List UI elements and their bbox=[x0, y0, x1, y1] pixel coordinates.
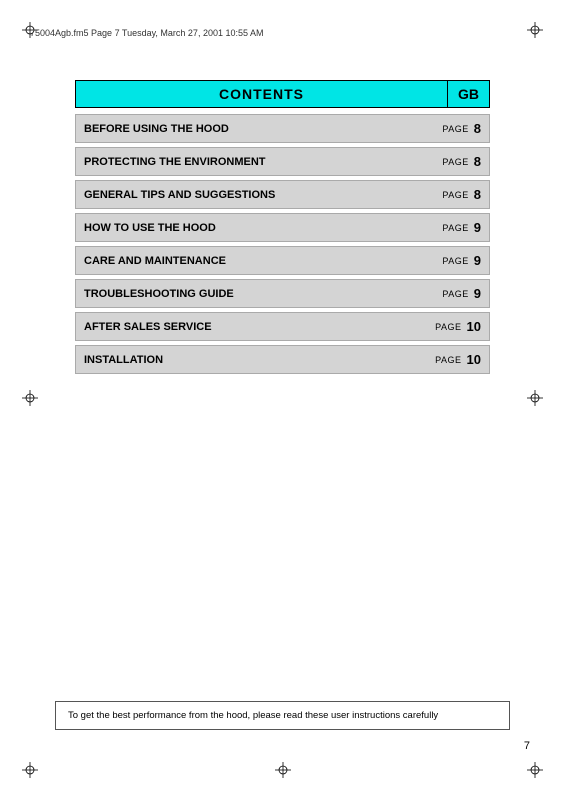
toc-page-num-3: 9 bbox=[474, 220, 481, 235]
toc-page-word-3: PAGE bbox=[442, 223, 468, 233]
reg-mark-bottom-right bbox=[527, 762, 543, 778]
toc-page-num-6: 10 bbox=[467, 319, 481, 334]
toc-page-num-4: 9 bbox=[474, 253, 481, 268]
toc-page-6: PAGE 10 bbox=[419, 313, 489, 340]
toc-row-4: CARE AND MAINTENANCE PAGE 9 bbox=[75, 246, 490, 275]
toc-label-6: AFTER SALES SERVICE bbox=[76, 313, 419, 340]
toc-row-6: AFTER SALES SERVICE PAGE 10 bbox=[75, 312, 490, 341]
toc-label-2: GENERAL TIPS AND SUGGESTIONS bbox=[76, 181, 419, 208]
toc-page-num-5: 9 bbox=[474, 286, 481, 301]
toc-page-num-1: 8 bbox=[474, 154, 481, 169]
toc-page-4: PAGE 9 bbox=[419, 247, 489, 274]
reg-mark-bottom-left bbox=[22, 762, 38, 778]
toc-row-7: INSTALLATION PAGE 10 bbox=[75, 345, 490, 374]
contents-header-row: CONTENTS GB bbox=[75, 80, 490, 108]
toc-page-word-7: PAGE bbox=[435, 355, 461, 365]
toc-page-num-0: 8 bbox=[474, 121, 481, 136]
toc-page-word-0: PAGE bbox=[442, 124, 468, 134]
toc-row-3: HOW TO USE THE HOOD PAGE 9 bbox=[75, 213, 490, 242]
toc-label-7: INSTALLATION bbox=[76, 346, 419, 373]
toc-page-num-2: 8 bbox=[474, 187, 481, 202]
page: 75004Agb.fm5 Page 7 Tuesday, March 27, 2… bbox=[0, 0, 565, 800]
toc-label-5: TROUBLESHOOTING GUIDE bbox=[76, 280, 419, 307]
file-info-text: 75004Agb.fm5 Page 7 Tuesday, March 27, 2… bbox=[30, 28, 264, 38]
toc-page-3: PAGE 9 bbox=[419, 214, 489, 241]
toc-page-0: PAGE 8 bbox=[419, 115, 489, 142]
toc-row-2: GENERAL TIPS AND SUGGESTIONS PAGE 8 bbox=[75, 180, 490, 209]
toc-label-0: BEFORE USING THE HOOD bbox=[76, 115, 419, 142]
toc-row-5: TROUBLESHOOTING GUIDE PAGE 9 bbox=[75, 279, 490, 308]
toc-page-word-2: PAGE bbox=[442, 190, 468, 200]
toc-page-word-5: PAGE bbox=[442, 289, 468, 299]
reg-mark-bottom-center bbox=[275, 762, 291, 778]
toc-row-1: PROTECTING THE ENVIRONMENT PAGE 8 bbox=[75, 147, 490, 176]
toc-label-1: PROTECTING THE ENVIRONMENT bbox=[76, 148, 419, 175]
toc-label-4: CARE AND MAINTENANCE bbox=[76, 247, 419, 274]
reg-mark-mid-right bbox=[527, 390, 543, 406]
contents-title: CONTENTS bbox=[75, 80, 448, 108]
bottom-note: To get the best performance from the hoo… bbox=[55, 701, 510, 730]
toc-page-1: PAGE 8 bbox=[419, 148, 489, 175]
toc-page-word-4: PAGE bbox=[442, 256, 468, 266]
contents-gb: GB bbox=[448, 80, 490, 108]
toc-page-num-7: 10 bbox=[467, 352, 481, 367]
bottom-note-text: To get the best performance from the hoo… bbox=[68, 710, 438, 721]
file-info-header: 75004Agb.fm5 Page 7 Tuesday, March 27, 2… bbox=[30, 28, 535, 38]
toc-page-5: PAGE 9 bbox=[419, 280, 489, 307]
reg-mark-mid-left bbox=[22, 390, 38, 406]
toc-row-0: BEFORE USING THE HOOD PAGE 8 bbox=[75, 114, 490, 143]
toc-page-word-1: PAGE bbox=[442, 157, 468, 167]
content-area: CONTENTS GB BEFORE USING THE HOOD PAGE 8… bbox=[75, 80, 490, 378]
toc-page-7: PAGE 10 bbox=[419, 346, 489, 373]
page-number: 7 bbox=[524, 740, 530, 752]
toc-page-2: PAGE 8 bbox=[419, 181, 489, 208]
toc-page-word-6: PAGE bbox=[435, 322, 461, 332]
toc-label-3: HOW TO USE THE HOOD bbox=[76, 214, 419, 241]
